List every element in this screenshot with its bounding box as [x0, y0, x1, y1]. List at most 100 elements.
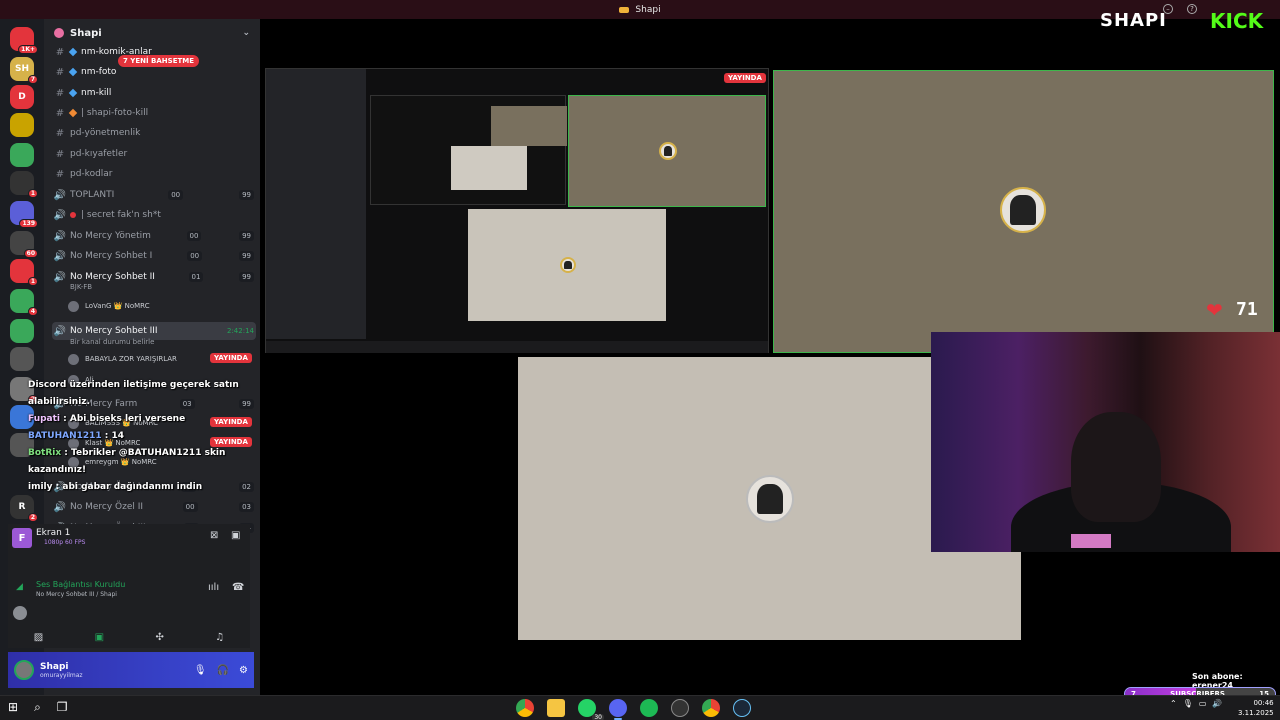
- screen-root: Shapi SHAPI KICK – ? 1K+ SH 7 D 1 139 60 1 4 2 R 2 …: [0, 0, 1280, 720]
- whatsapp-icon[interactable]: 30: [578, 699, 604, 720]
- text-channel-icon: #: [55, 46, 65, 58]
- channel-name: | secret fak'n sh*t: [81, 210, 161, 220]
- user-count-current: 00: [186, 231, 202, 241]
- spotify-icon[interactable]: [640, 699, 658, 717]
- channel-name: No Mercy Sohbet I: [70, 251, 153, 261]
- chrome-icon[interactable]: [516, 699, 534, 717]
- voice-channel-icon: 🔊: [53, 325, 67, 337]
- server-icon[interactable]: 1K+: [10, 27, 38, 54]
- popout-icon[interactable]: ▣: [231, 530, 240, 541]
- camera-off-icon[interactable]: ▨: [34, 632, 43, 643]
- tray-chevron-icon[interactable]: ⌃: [1170, 699, 1177, 708]
- user-count-limit: 03: [239, 502, 254, 512]
- clock-time: 00:46: [1253, 699, 1274, 707]
- channel-name: pd-yönetmenlik: [70, 128, 141, 138]
- noise-suppression-icon[interactable]: ıılı: [208, 582, 219, 593]
- channel-name: pd-kodlar: [70, 169, 113, 179]
- server-icon[interactable]: D: [10, 85, 34, 109]
- channel-item[interactable]: # nm-foto: [52, 63, 256, 81]
- server-initials: D: [18, 92, 26, 102]
- obs-icon[interactable]: [671, 699, 689, 717]
- channel-item[interactable]: # pd-kodlar: [52, 165, 256, 183]
- chat-message: BATUHAN1211 : 14: [28, 431, 125, 441]
- server-icon[interactable]: 1: [10, 171, 38, 198]
- video-tile-main[interactable]: [773, 70, 1274, 353]
- channel-emoji-icon: [68, 88, 78, 98]
- channel-status: Bir kanal durumu belirle: [70, 338, 155, 346]
- settings-gear-icon[interactable]: ⚙: [239, 665, 248, 676]
- server-icon[interactable]: [10, 113, 34, 137]
- disconnect-icon[interactable]: ☎: [232, 582, 244, 593]
- voice-member[interactable]: LoVanG 👑 NoMRC: [68, 299, 150, 313]
- voice-member[interactable]: BABAYLA ZOR YARIŞIRLAR: [68, 352, 177, 366]
- mic-tray-icon[interactable]: 🎙: [1183, 699, 1193, 708]
- user-avatar[interactable]: [14, 660, 34, 680]
- volume-icon[interactable]: 🔊: [1212, 699, 1222, 708]
- stop-stream-icon[interactable]: ⊠: [210, 530, 218, 541]
- text-channel-icon: #: [55, 127, 65, 139]
- task-view-icon[interactable]: ❐: [57, 700, 68, 715]
- participant-avatar[interactable]: [13, 606, 27, 620]
- screen-share-panel: F Ekran 1 1080p 60 FPS ⊠ ▣: [8, 524, 250, 566]
- channel-item[interactable]: # nm-komik-anlar: [52, 43, 256, 61]
- steam-icon[interactable]: [733, 699, 751, 717]
- user-count-limit: 99: [239, 190, 254, 200]
- windows-start-icon[interactable]: ⊞: [8, 700, 18, 715]
- chrome-profile-icon[interactable]: [702, 699, 720, 717]
- whatsapp-badge: 30: [592, 714, 604, 720]
- discord-icon[interactable]: [609, 699, 627, 720]
- voice-channel-icon: 🔊: [53, 501, 67, 513]
- activities-icon[interactable]: ✣: [155, 632, 163, 643]
- window-title: Shapi: [635, 4, 661, 15]
- chevron-down-icon[interactable]: ⌄: [242, 28, 250, 38]
- headphones-icon[interactable]: 🎧: [217, 665, 229, 676]
- chat-message: imily : abi gabar dağındanmı indin: [28, 482, 203, 492]
- server-icon[interactable]: 4: [10, 289, 38, 316]
- stream-chat-overlay: Discord üzerinden iletişime geçerek satı…: [28, 377, 248, 496]
- server-icon[interactable]: R2: [10, 495, 38, 522]
- channel-item[interactable]: 🔊 No Mercy Yönetim 00 99: [52, 227, 256, 245]
- server-badge: 1K+: [18, 45, 38, 54]
- help-icon[interactable]: ?: [1187, 4, 1197, 14]
- chat-message: Discord üzerinden iletişime geçerek satı…: [28, 380, 239, 407]
- server-icon[interactable]: 139: [10, 201, 38, 228]
- kick-logo: KICK: [1210, 9, 1264, 33]
- channel-item[interactable]: # nm-kill: [52, 84, 256, 102]
- screen-share-button-icon[interactable]: ▣: [95, 632, 104, 643]
- nested-screen-capture: YAYINDA: [265, 68, 769, 353]
- server-icon[interactable]: [10, 347, 34, 371]
- screen-share-quality: 1080p 60 FPS: [44, 539, 86, 546]
- chat-username: imily: [28, 482, 53, 492]
- microphone-icon[interactable]: 🎙: [194, 665, 207, 676]
- server-initials: R: [18, 502, 26, 512]
- server-icon[interactable]: 60: [10, 231, 38, 258]
- channel-item[interactable]: 🔊 No Mercy Sohbet I 00 99: [52, 247, 256, 265]
- signal-icon: ◢: [16, 582, 23, 592]
- channel-item[interactable]: # pd-yönetmenlik: [52, 124, 256, 142]
- network-icon[interactable]: ▭: [1199, 699, 1207, 708]
- voice-channel-icon: 🔊: [53, 230, 67, 242]
- search-icon[interactable]: ⌕: [34, 700, 41, 715]
- channel-item[interactable]: 🔊 No Mercy Özel II 00 03: [52, 498, 256, 516]
- server-icon[interactable]: [10, 319, 34, 343]
- chat-username: BATUHAN1211: [28, 431, 102, 441]
- file-explorer-icon[interactable]: [547, 699, 565, 717]
- system-clock[interactable]: 00:46 3.11.2025: [1238, 698, 1274, 718]
- minimize-icon[interactable]: –: [1163, 4, 1173, 14]
- server-icon[interactable]: [10, 143, 34, 167]
- user-count-limit: 99: [239, 251, 254, 261]
- voice-channel[interactable]: No Mercy Sohbet III / Shapi: [36, 591, 117, 598]
- server-icon[interactable]: 1: [10, 259, 38, 286]
- channel-item[interactable]: # | shapi-foto-kill: [52, 104, 256, 122]
- nested-screen-thumb: [370, 95, 567, 205]
- channel-item[interactable]: 🔊 | secret fak'n sh*t: [52, 206, 256, 224]
- user-name: Shapi: [40, 661, 69, 672]
- channel-name: nm-foto: [81, 67, 117, 77]
- channel-item[interactable]: 🔊 TOPLANTI 00 99: [52, 186, 256, 204]
- soundboard-icon[interactable]: ♫: [215, 632, 224, 643]
- voice-status[interactable]: Ses Bağlantısı Kuruldu: [36, 580, 125, 589]
- nested-thumb-tile: [491, 106, 567, 146]
- channel-item[interactable]: # pd-kıyafetler: [52, 145, 256, 163]
- server-icon[interactable]: SH 7: [10, 57, 38, 84]
- server-badge: 1: [27, 277, 38, 286]
